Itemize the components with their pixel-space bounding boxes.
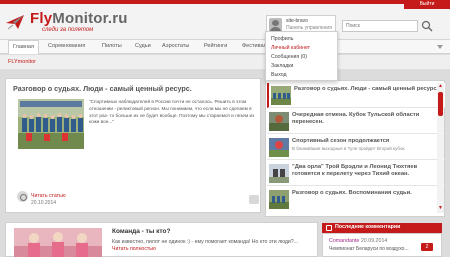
search-icon[interactable] bbox=[420, 19, 434, 33]
nav-item-pilots[interactable]: Пилоты bbox=[98, 40, 126, 53]
breadcrumb: FLYmonitor bbox=[0, 55, 450, 70]
news-thumbnail bbox=[271, 86, 291, 105]
team-photo[interactable] bbox=[14, 228, 102, 257]
news-thumbnail bbox=[269, 190, 289, 209]
comment-author[interactable]: Comandante 20.09.2014 bbox=[329, 238, 387, 244]
menu-item-cabinet[interactable]: Личный кабинет bbox=[271, 45, 310, 51]
group-photo-image bbox=[18, 99, 84, 149]
team-excerpt: Как известно, пилот не одинок :) - ему п… bbox=[112, 239, 299, 252]
read-full-link[interactable]: Читать полностью bbox=[112, 246, 156, 252]
read-article-link[interactable]: Читать статью bbox=[31, 193, 66, 199]
featured-article: Разговор о судьях. Люди - самый ценный р… bbox=[5, 78, 261, 213]
user-dropdown-menu: Профиль Личный кабинет Сообщения (0) Зак… bbox=[265, 31, 338, 81]
breadcrumb-home-link[interactable]: FLYmonitor bbox=[8, 59, 36, 65]
team-title[interactable]: Команда - ты кто? bbox=[112, 228, 170, 235]
logo-title: FlyMonitor.ru bbox=[30, 10, 128, 27]
news-title[interactable]: Разговор о судьях. Люди - самый ценный р… bbox=[294, 86, 442, 93]
comment-text[interactable]: Чемпионат Беларуси по воздухо... bbox=[329, 246, 409, 252]
menu-item-profile[interactable]: Профиль bbox=[271, 36, 293, 42]
chevron-down-icon[interactable] bbox=[437, 45, 443, 49]
plane-logo-icon bbox=[6, 15, 24, 30]
site-logo[interactable]: FlyMonitor.ru следи за полетом bbox=[4, 8, 134, 38]
news-title[interactable]: Разговор о судьях. Воспоминания судьи. bbox=[292, 190, 440, 197]
comment-icon[interactable] bbox=[249, 195, 259, 204]
news-list: Разговор о судьях. Люди - самый ценный р… bbox=[265, 80, 445, 217]
comment-date: 20.09.2014 bbox=[360, 238, 388, 244]
article-excerpt: "Спортивных наблюдателей в России почти … bbox=[89, 99, 255, 125]
news-title[interactable]: Спортивный сезон продолжается В ближайшие… bbox=[292, 138, 440, 153]
nav-item-balloons[interactable]: Аэростаты bbox=[158, 40, 193, 53]
list-item[interactable]: Разговор о судьях. Люди - самый ценный р… bbox=[267, 83, 445, 108]
scroll-down-icon[interactable]: ▼ bbox=[437, 205, 444, 212]
menu-item-bookmarks[interactable]: Закладки bbox=[271, 63, 293, 69]
nav-item-judges[interactable]: Судьи bbox=[131, 40, 155, 53]
scrollbar-thumb[interactable] bbox=[438, 92, 443, 116]
user-name: site-bravo bbox=[286, 18, 308, 24]
list-item[interactable]: "Два орла" Трой Брэдли и Леонид Тюхтяев … bbox=[267, 161, 445, 186]
list-item[interactable]: Разговор о судьях. Воспоминания судьи. bbox=[267, 187, 445, 212]
news-thumbnail bbox=[269, 164, 289, 183]
last-comments-title: Последние комментарии bbox=[335, 224, 401, 230]
news-title[interactable]: Очередная отмена. Кубок Тульской области… bbox=[292, 112, 440, 126]
menu-item-messages[interactable]: Сообщения (0) bbox=[271, 54, 307, 60]
comment-icon bbox=[326, 225, 332, 231]
site-header: FlyMonitor.ru следи за полетом site-brav… bbox=[0, 4, 450, 40]
list-item[interactable]: Спортивный сезон продолжается В ближайшие… bbox=[267, 135, 445, 160]
news-subtitle: В ближайшие выходные в Туле пройдет Втор… bbox=[292, 146, 405, 151]
news-thumbnail bbox=[269, 112, 289, 131]
nav-item-competitions[interactable]: Соревнования bbox=[44, 40, 89, 53]
scroll-up-icon[interactable]: ▲ bbox=[437, 83, 444, 90]
nav-item-home[interactable]: Главная bbox=[8, 40, 39, 54]
news-thumbnail bbox=[269, 138, 289, 157]
article-title[interactable]: Разговор о судьях. Люди - самый ценный р… bbox=[13, 84, 192, 93]
logo-tagline: следи за полетом bbox=[42, 27, 94, 33]
article-date: 20.10.2014 bbox=[31, 200, 57, 206]
search-input[interactable] bbox=[342, 20, 418, 32]
last-comments-header: Последние комментарии bbox=[322, 223, 442, 233]
avatar bbox=[269, 18, 282, 32]
main-nav: Главная Соревнования Пилоты Судьи Аэрост… bbox=[0, 40, 450, 54]
article-photo[interactable] bbox=[18, 99, 84, 149]
tag-icon[interactable] bbox=[17, 191, 28, 202]
list-item[interactable]: Очередная отмена. Кубок Тульской области… bbox=[267, 109, 445, 134]
news-title[interactable]: "Два орла" Трой Брэдли и Леонид Тюхтяев … bbox=[292, 164, 440, 178]
exit-button[interactable]: Выйти bbox=[404, 0, 450, 9]
comment-count-badge: 2 bbox=[421, 243, 433, 251]
nav-item-ratings[interactable]: Рейтинги bbox=[200, 40, 231, 53]
team-article: Команда - ты кто? Как известно, пилот не… bbox=[5, 222, 318, 257]
team-photo-image bbox=[14, 228, 102, 257]
menu-item-logout[interactable]: Выход bbox=[271, 72, 287, 78]
